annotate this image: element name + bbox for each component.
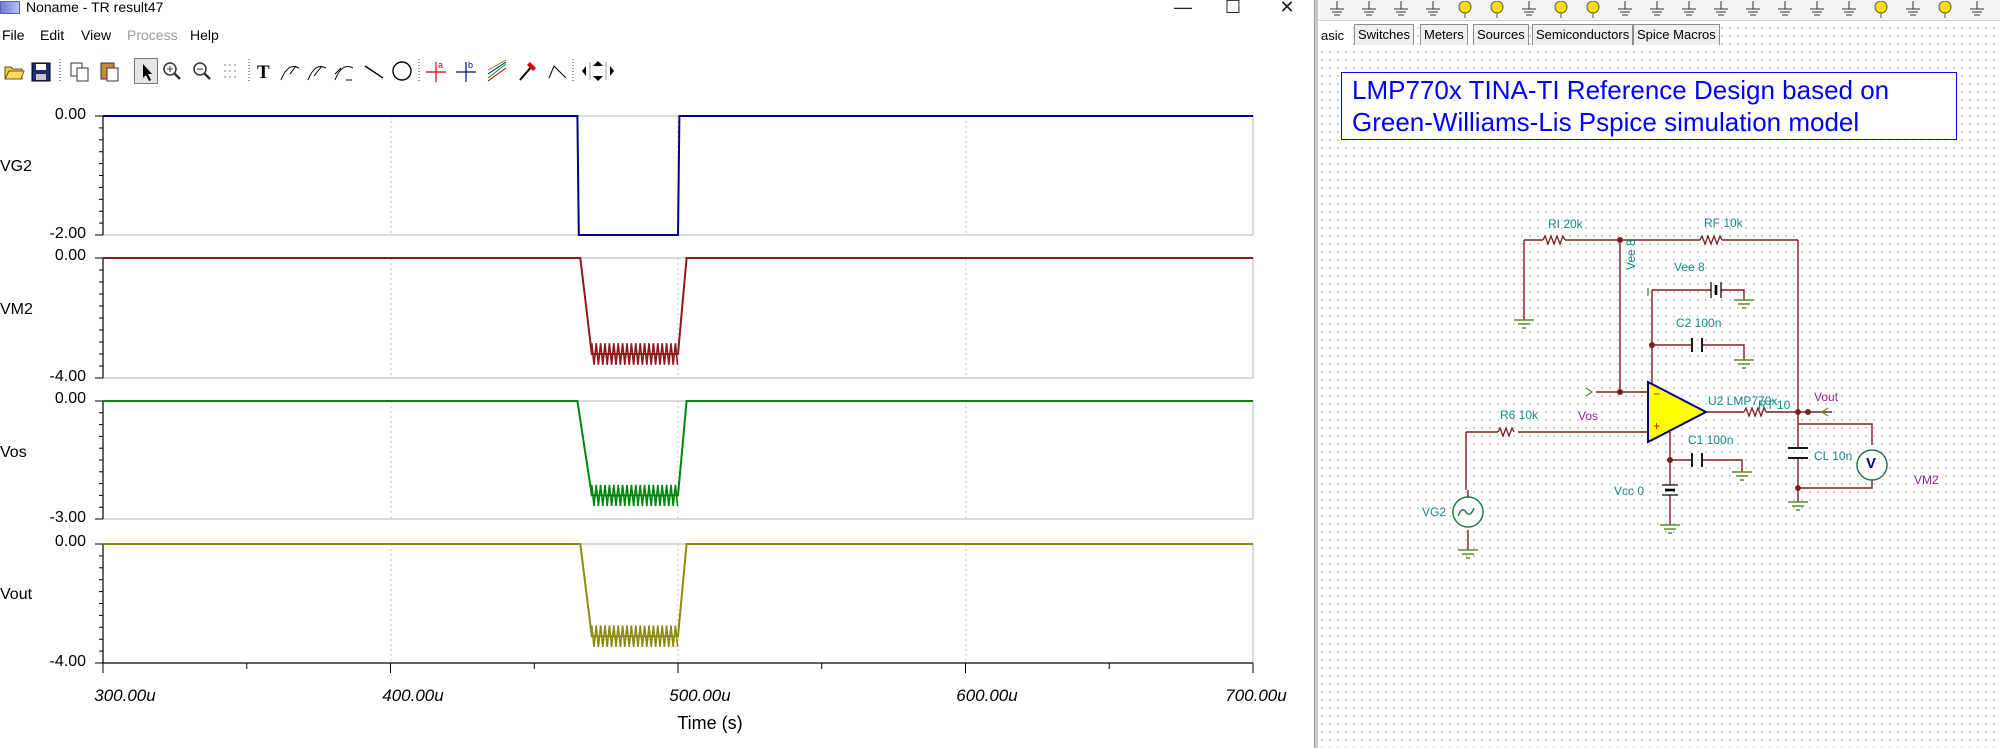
signal-source-symbol (1452, 496, 1484, 528)
line-icon[interactable] (362, 58, 386, 84)
x-tick-label: 500.00u (669, 686, 731, 705)
cursor-a-icon[interactable]: a (424, 58, 448, 84)
toolbar-separator (572, 59, 574, 83)
y-tick-label: -3.00 (49, 509, 86, 526)
toolbar-separator (248, 59, 250, 83)
y-tick-label: -4.00 (49, 368, 86, 385)
label-vm2: VM2 (1914, 473, 1939, 487)
copy-icon[interactable] (68, 58, 92, 84)
menu-view[interactable]: View (81, 26, 111, 44)
label-c2: C2 100n (1676, 316, 1722, 330)
label-vos: Vos (1578, 409, 1599, 423)
paste-icon[interactable] (98, 58, 122, 84)
save-icon[interactable] (29, 58, 53, 84)
y-tick-label: 0.00 (54, 390, 86, 407)
trace-name-vm2: VM2 (0, 301, 33, 318)
y-tick-label: 0.00 (54, 106, 86, 123)
arrows-icon[interactable] (580, 58, 614, 84)
y-tick-label: 0.00 (54, 247, 86, 264)
voltmeter-letter: V (1866, 455, 1877, 472)
cursor-b-icon[interactable]: b (454, 58, 478, 84)
trace-name-vout: Vout (0, 586, 33, 603)
y-tick-label: -4.00 (49, 653, 86, 670)
title-bar: Noname - TR result47 — ☐ ✕ (0, 0, 1316, 16)
plot-area: VG2 VM2 Vos Vout 0.00 -2.00 0.00 -4.00 0… (0, 96, 1316, 748)
app-icon (0, 1, 20, 14)
menu-edit[interactable]: Edit (40, 26, 64, 44)
x-tick-label: 600.00u (956, 686, 1018, 705)
label-ri: RI 20k (1548, 217, 1583, 231)
label-rt: RT 10 (1758, 398, 1791, 412)
zoom-in-icon[interactable] (160, 58, 184, 84)
trace-name-vg2: VG2 (0, 158, 33, 175)
toolbar-separator (59, 59, 61, 83)
grid-icon[interactable] (220, 58, 244, 84)
label-vout: Vout (1814, 390, 1839, 404)
trace-name-vos: Vos (0, 444, 27, 461)
label-vee-vertical: Vee 8 (1624, 239, 1638, 270)
menu-process[interactable]: Process (127, 26, 178, 44)
svg-text:a: a (438, 60, 443, 70)
curve-label-icon[interactable] (278, 58, 302, 84)
x-tick-label: 300.00u (94, 686, 156, 705)
y-tick-label: -2.00 (49, 225, 86, 242)
x-axis-title: Time (s) (677, 713, 743, 733)
window-title: Noname - TR result47 (26, 0, 164, 15)
ground-symbols (1458, 299, 1808, 559)
multi-label-icon[interactable] (332, 58, 356, 84)
svg-text:b: b (468, 60, 473, 70)
probe-icon[interactable] (516, 58, 540, 84)
svg-text:T: T (257, 62, 270, 83)
x-tick-label: 700.00u (1225, 686, 1287, 705)
auto-label-icon[interactable] (305, 58, 329, 84)
maximize-button[interactable]: ☐ (1218, 0, 1248, 16)
schematic-editor[interactable]: asic Switches Meters Sources Semiconduct… (1318, 0, 2000, 748)
open-icon[interactable] (2, 58, 26, 84)
toolbar: T a b (0, 55, 1316, 89)
label-vee: Vee 8 (1674, 260, 1705, 274)
text-icon[interactable]: T (253, 58, 277, 84)
step-icon[interactable] (546, 58, 570, 84)
label-vcc: Vcc 0 (1614, 484, 1645, 498)
minimize-button[interactable]: — (1168, 0, 1198, 16)
pointer-icon[interactable] (134, 58, 158, 84)
label-vg2: VG2 (1422, 505, 1447, 519)
close-button[interactable]: ✕ (1272, 0, 1302, 16)
circle-icon[interactable] (390, 58, 414, 84)
label-rf: RF 10k (1704, 216, 1743, 230)
plot-canvas[interactable] (0, 96, 1316, 748)
toolbar-separator (418, 59, 420, 83)
label-cl: CL 10n (1814, 449, 1853, 463)
zoom-out-icon[interactable] (190, 58, 214, 84)
result-window: Noname - TR result47 — ☐ ✕ File Edit Vie… (0, 0, 1316, 748)
menu-help[interactable]: Help (190, 26, 219, 44)
circuit-diagram: − + (1452, 234, 1888, 559)
svg-text:−: − (1653, 387, 1660, 401)
label-c1: C1 100n (1688, 433, 1734, 447)
x-tick-label: 400.00u (382, 686, 444, 705)
svg-text:+: + (1653, 419, 1660, 433)
y-tick-label: 0.00 (54, 533, 86, 550)
menu-file[interactable]: File (2, 26, 25, 44)
curves-icon[interactable] (486, 58, 510, 84)
label-r6: R6 10k (1500, 408, 1539, 422)
